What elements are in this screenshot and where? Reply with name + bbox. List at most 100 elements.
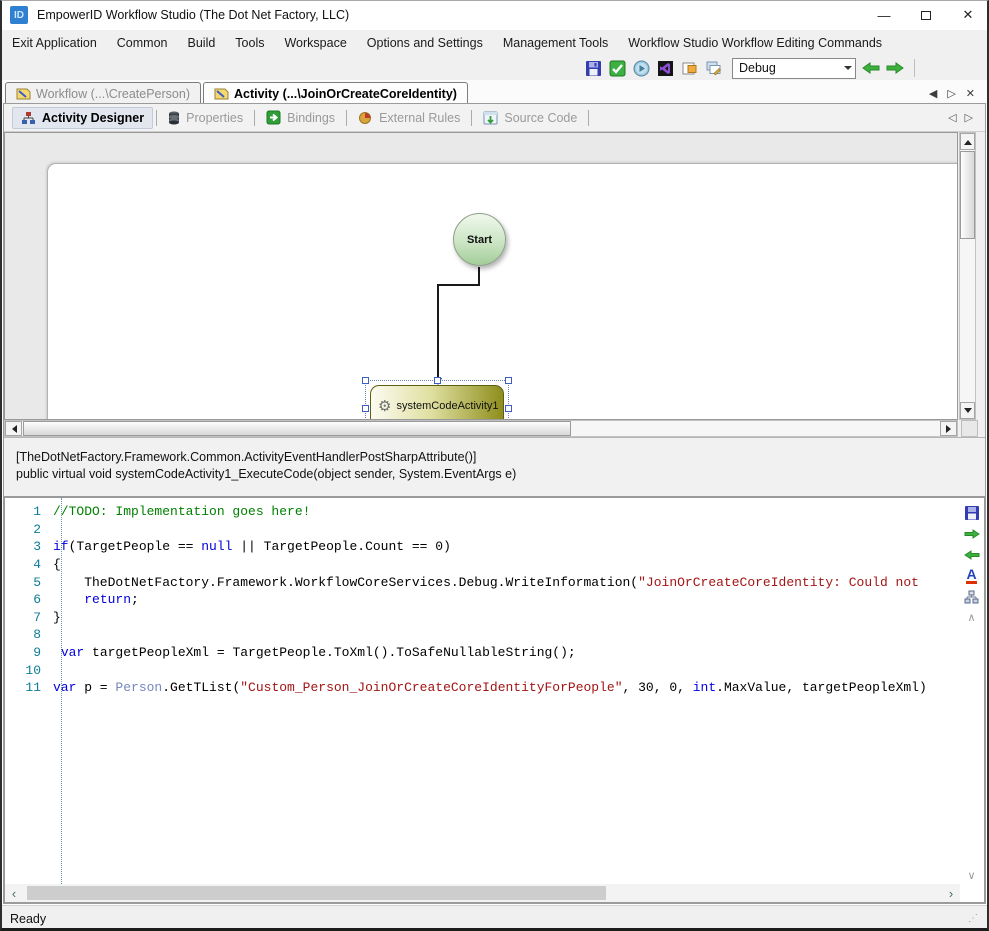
- maximize-button[interactable]: [905, 0, 947, 30]
- forward-arrow-icon[interactable]: [963, 525, 980, 542]
- visual-studio-icon[interactable]: [656, 59, 674, 77]
- minimize-button[interactable]: —: [863, 0, 905, 30]
- menu-item-build[interactable]: Build: [178, 32, 226, 54]
- rules-icon: [358, 111, 373, 125]
- code-line: 2: [5, 521, 960, 539]
- toolbar: Debug: [0, 56, 989, 80]
- menu-item-tools[interactable]: Tools: [225, 32, 274, 54]
- editor-vertical-scrollbar[interactable]: ∧ ∨: [964, 609, 979, 884]
- code-line: 9 var targetPeopleXml = TargetPeople.ToX…: [5, 644, 960, 662]
- back-arrow-icon[interactable]: [862, 59, 880, 77]
- status-bar: Ready ⋰: [0, 905, 989, 931]
- subtab-source-code[interactable]: Source Code: [475, 108, 585, 128]
- menu-item-options-and-settings[interactable]: Options and Settings: [357, 32, 493, 54]
- menu-item-workspace[interactable]: Workspace: [274, 32, 356, 54]
- code-line: 10: [5, 661, 960, 679]
- tab-workflow-createperson[interactable]: Workflow (...\CreatePerson): [5, 82, 201, 104]
- scroll-right-icon[interactable]: ›: [942, 886, 960, 901]
- org-chart-icon[interactable]: [963, 588, 980, 605]
- menu-item-exit-application[interactable]: Exit Application: [2, 32, 107, 54]
- editor-side-toolbar: A ∧ ∨: [961, 504, 982, 884]
- resize-grip-icon[interactable]: ⋰: [968, 913, 979, 924]
- tab-close-icon[interactable]: ✕: [966, 87, 975, 100]
- subtab-activity-designer[interactable]: Activity Designer: [12, 107, 153, 129]
- scroll-right-button[interactable]: [940, 421, 957, 436]
- designer-canvas-area[interactable]: Start ⚙ systemCodeActivity1: [4, 132, 958, 420]
- subtab-scroll-left-icon[interactable]: ◁: [948, 111, 956, 124]
- resize-handle[interactable]: [362, 377, 369, 384]
- resize-handle[interactable]: [434, 377, 441, 384]
- code-line: 3if(TargetPeople == null || TargetPeople…: [5, 538, 960, 556]
- source-window-icon: [483, 111, 498, 125]
- build-check-icon[interactable]: [608, 59, 626, 77]
- org-chart-icon: [21, 111, 36, 125]
- designer-horizontal-scrollbar[interactable]: [4, 420, 958, 437]
- code-lines[interactable]: 1//TODO: Implementation goes here!23if(T…: [5, 503, 960, 884]
- resize-handle[interactable]: [505, 405, 512, 412]
- subtab-external-rules[interactable]: External Rules: [350, 108, 468, 128]
- debug-config-value: Debug: [733, 61, 840, 75]
- horizontal-scroll-thumb[interactable]: [23, 421, 571, 436]
- subtab-label: Properties: [186, 111, 243, 125]
- code-editor[interactable]: 1//TODO: Implementation goes here!23if(T…: [4, 497, 985, 903]
- font-color-icon[interactable]: A: [963, 567, 980, 584]
- status-text: Ready: [10, 912, 46, 926]
- run-icon[interactable]: [632, 59, 650, 77]
- maximize-icon: [921, 11, 931, 20]
- scroll-left-button[interactable]: [5, 421, 22, 436]
- scrollbar-corner: [961, 420, 978, 437]
- save-icon[interactable]: [963, 504, 980, 521]
- layers-edit-icon[interactable]: [704, 59, 722, 77]
- tab-activity-joinorcreatecoreidentity[interactable]: Activity (...\JoinOrCreateCoreIdentity): [203, 82, 468, 104]
- chevron-down-icon[interactable]: [840, 59, 855, 78]
- subtab-label: External Rules: [379, 111, 460, 125]
- subtab-separator: [471, 110, 472, 126]
- scroll-track[interactable]: [23, 885, 942, 901]
- subtab-properties[interactable]: Properties: [160, 108, 251, 128]
- menu-item-common[interactable]: Common: [107, 32, 178, 54]
- code-line: 5 TheDotNetFactory.Framework.WorkflowCor…: [5, 573, 960, 591]
- tab-label: Workflow (...\CreatePerson): [36, 87, 190, 101]
- close-button[interactable]: ✕: [947, 0, 989, 30]
- horizontal-scroll-thumb[interactable]: [27, 886, 606, 900]
- editor-horizontal-scrollbar[interactable]: ‹ ›: [5, 884, 960, 902]
- method-signature-panel: [TheDotNetFactory.Framework.Common.Activ…: [4, 437, 985, 497]
- workflow-designer-panel: Start ⚙ systemCodeActivity1: [4, 132, 985, 437]
- code-line: 8: [5, 626, 960, 644]
- menu-item-workflow-editing-commands[interactable]: Workflow Studio Workflow Editing Command…: [618, 32, 892, 54]
- code-line: 4{: [5, 556, 960, 574]
- green-arrow-icon: [266, 110, 281, 125]
- save-icon[interactable]: [584, 59, 602, 77]
- tab-label: Activity (...\JoinOrCreateCoreIdentity): [234, 87, 457, 101]
- app-window: ID EmpowerID Workflow Studio (The Dot Ne…: [0, 0, 989, 931]
- forward-arrow-icon[interactable]: [886, 59, 904, 77]
- code-line: 6 return;: [5, 591, 960, 609]
- scroll-up-button[interactable]: [960, 133, 975, 150]
- designer-vertical-scrollbar[interactable]: [959, 132, 976, 420]
- scroll-left-icon[interactable]: ‹: [5, 886, 23, 901]
- vertical-scroll-thumb[interactable]: [960, 151, 975, 239]
- title-bar: ID EmpowerID Workflow Studio (The Dot Ne…: [0, 0, 989, 30]
- resize-handle[interactable]: [362, 405, 369, 412]
- subtab-separator: [254, 110, 255, 126]
- scroll-up-icon[interactable]: ∧: [967, 611, 975, 624]
- resize-handle[interactable]: [505, 377, 512, 384]
- subtab-separator: [588, 110, 589, 126]
- tab-scroll-right-icon[interactable]: ▷: [947, 87, 955, 100]
- start-activity-node[interactable]: Start: [453, 213, 506, 266]
- selection-rectangle: [365, 380, 509, 420]
- debug-config-combobox[interactable]: Debug: [732, 58, 856, 79]
- back-arrow-icon[interactable]: [963, 546, 980, 563]
- scroll-down-icon[interactable]: ∨: [967, 869, 975, 882]
- window-title: EmpowerID Workflow Studio (The Dot Net F…: [37, 8, 349, 22]
- subtab-bindings[interactable]: Bindings: [258, 107, 343, 128]
- menu-item-management-tools[interactable]: Management Tools: [493, 32, 618, 54]
- code-line: 1//TODO: Implementation goes here!: [5, 503, 960, 521]
- new-window-icon[interactable]: [680, 59, 698, 77]
- scroll-down-button[interactable]: [960, 402, 975, 419]
- tab-scroll-left-icon[interactable]: ◀: [929, 87, 937, 100]
- subtab-label: Bindings: [287, 111, 335, 125]
- subtab-scroll-right-icon[interactable]: ▷: [965, 111, 973, 124]
- subtab-label: Activity Designer: [42, 111, 144, 125]
- attribute-line: [TheDotNetFactory.Framework.Common.Activ…: [16, 449, 973, 466]
